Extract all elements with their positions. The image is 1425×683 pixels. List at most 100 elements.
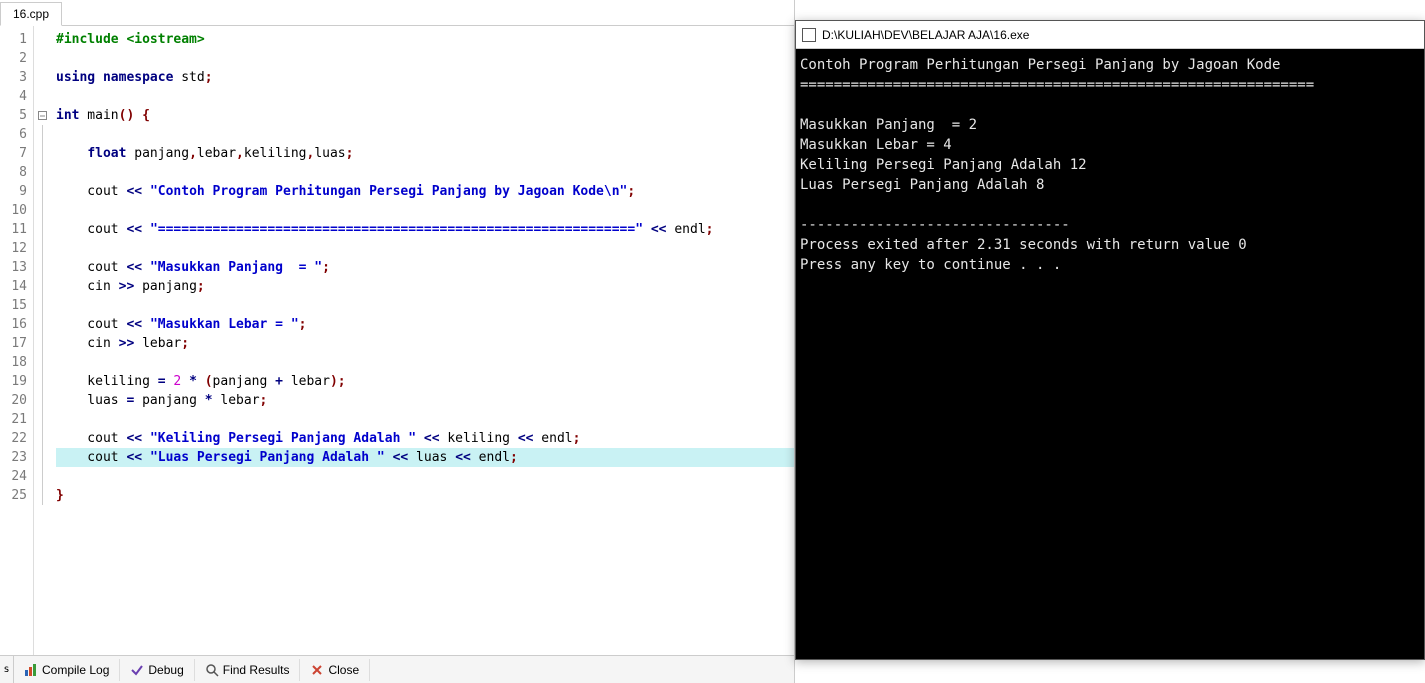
code-line[interactable]: [56, 163, 794, 182]
code-area[interactable]: 1234567891011121314151617181920212223242…: [0, 26, 794, 655]
code-line[interactable]: [56, 239, 794, 258]
line-gutter: 1234567891011121314151617181920212223242…: [0, 26, 34, 655]
code-line[interactable]: cin >> lebar;: [56, 334, 794, 353]
fold-guide: [42, 163, 43, 182]
close-tab[interactable]: Close: [300, 659, 370, 681]
code-line[interactable]: int main() {: [56, 106, 794, 125]
code-token: ;: [346, 146, 354, 161]
fold-cell: [34, 125, 50, 144]
code-line[interactable]: [56, 49, 794, 68]
code-token: luas: [56, 393, 126, 408]
code-line[interactable]: #include <iostream>: [56, 30, 794, 49]
console-icon: [802, 28, 816, 42]
bottom-left-handle[interactable]: s: [0, 655, 14, 683]
code-token: main: [79, 108, 118, 123]
line-number: 24: [0, 467, 33, 486]
code-token: <<: [518, 431, 534, 446]
fold-guide: [42, 334, 43, 353]
fold-guide: [42, 429, 43, 448]
code-token: cout: [56, 260, 126, 275]
code-token: ;: [260, 393, 268, 408]
debug-tab[interactable]: Debug: [120, 659, 194, 681]
code-line[interactable]: keliling = 2 * (panjang + lebar);: [56, 372, 794, 391]
code-line[interactable]: cout << "Keliling Persegi Panjang Adalah…: [56, 429, 794, 448]
code-line[interactable]: cout << "Luas Persegi Panjang Adalah " <…: [56, 448, 794, 467]
fold-guide: [42, 144, 43, 163]
fold-cell: [34, 182, 50, 201]
code-token: ;: [181, 336, 189, 351]
code-token: "Keliling Persegi Panjang Adalah ": [150, 431, 416, 446]
console-line: Masukkan Panjang = 2: [800, 115, 1420, 135]
fold-cell: [34, 372, 50, 391]
console-title-text: D:\KULIAH\DEV\BELAJAR AJA\16.exe: [822, 28, 1029, 42]
code-line[interactable]: [56, 353, 794, 372]
console-line: ========================================…: [800, 75, 1420, 95]
code-line[interactable]: [56, 467, 794, 486]
code-line[interactable]: cout << "===============================…: [56, 220, 794, 239]
line-number: 13: [0, 258, 33, 277]
code-token: cout: [56, 222, 126, 237]
fold-guide: [42, 410, 43, 429]
fold-cell: [34, 201, 50, 220]
fold-cell: [34, 296, 50, 315]
code-line[interactable]: cout << "Masukkan Panjang = ";: [56, 258, 794, 277]
file-tab-label: 16.cpp: [13, 7, 49, 21]
code-token: endl: [471, 450, 510, 465]
console-line: [800, 195, 1420, 215]
code-line[interactable]: [56, 125, 794, 144]
fold-guide: [42, 220, 43, 239]
code-token: endl: [533, 431, 572, 446]
code-token: [142, 450, 150, 465]
code-line[interactable]: [56, 296, 794, 315]
fold-guide: [42, 467, 43, 486]
code-token: [56, 146, 87, 161]
fold-cell: [34, 258, 50, 277]
code-line[interactable]: [56, 87, 794, 106]
code-token: cin: [56, 336, 119, 351]
debug-label: Debug: [148, 663, 183, 677]
code-token: [643, 222, 651, 237]
code-lines[interactable]: #include <iostream> using namespace std; i…: [50, 26, 794, 655]
code-line[interactable]: [56, 410, 794, 429]
line-number: 7: [0, 144, 33, 163]
code-line[interactable]: luas = panjang * lebar;: [56, 391, 794, 410]
file-tab[interactable]: 16.cpp: [0, 2, 62, 26]
fold-guide: [42, 353, 43, 372]
close-label: Close: [328, 663, 359, 677]
code-token: "Masukkan Panjang = ": [150, 260, 322, 275]
code-token: lebar: [213, 393, 260, 408]
code-line[interactable]: using namespace std;: [56, 68, 794, 87]
code-line[interactable]: cin >> panjang;: [56, 277, 794, 296]
console-output[interactable]: Contoh Program Perhitungan Persegi Panja…: [796, 49, 1424, 659]
line-number: 11: [0, 220, 33, 239]
line-number: 1: [0, 30, 33, 49]
fold-cell: [34, 353, 50, 372]
code-token: +: [275, 374, 283, 389]
fold-cell: [34, 315, 50, 334]
code-token: panjang: [134, 393, 204, 408]
editor-tab-bar: 16.cpp: [0, 0, 794, 26]
code-token: "=======================================…: [150, 222, 643, 237]
code-line[interactable]: float panjang,lebar,keliling,luas;: [56, 144, 794, 163]
code-token: <<: [126, 317, 142, 332]
code-token: "Masukkan Lebar = ": [150, 317, 299, 332]
bottom-tab-bar: Compile Log Debug Find Results Close: [14, 655, 794, 683]
console-title-bar[interactable]: D:\KULIAH\DEV\BELAJAR AJA\16.exe: [796, 21, 1424, 49]
code-token: ;: [706, 222, 714, 237]
fold-toggle-icon[interactable]: [38, 111, 47, 120]
code-token: panjang: [134, 279, 197, 294]
code-token: >>: [119, 279, 135, 294]
code-line[interactable]: }: [56, 486, 794, 505]
bar-chart-icon: [24, 663, 38, 677]
console-line: Keliling Persegi Panjang Adalah 12: [800, 155, 1420, 175]
code-token: <<: [126, 222, 142, 237]
line-number: 12: [0, 239, 33, 258]
compile-log-tab[interactable]: Compile Log: [14, 659, 120, 681]
code-line[interactable]: cout << "Masukkan Lebar = ";: [56, 315, 794, 334]
fold-guide: [42, 277, 43, 296]
code-line[interactable]: [56, 201, 794, 220]
find-results-tab[interactable]: Find Results: [195, 659, 301, 681]
code-token: using namespace: [56, 70, 173, 85]
code-line[interactable]: cout << "Contoh Program Perhitungan Pers…: [56, 182, 794, 201]
line-number: 6: [0, 125, 33, 144]
